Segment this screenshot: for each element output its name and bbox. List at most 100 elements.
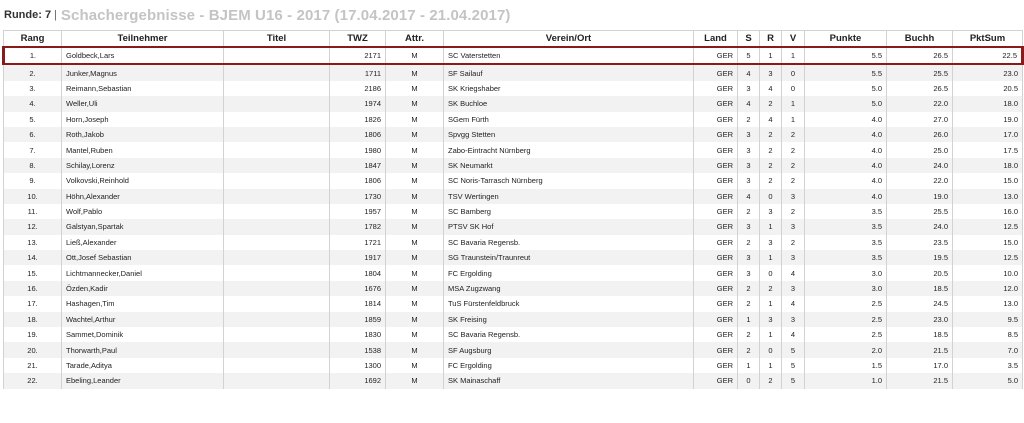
rang-cell: 13. [3, 234, 62, 251]
table-row[interactable]: 19. Sammet,Dominik 1830 M SC Bavaria Regensb… [3, 327, 1023, 343]
table-row[interactable]: 7. Mantel,Ruben 1980 M Zabo-Eintracht Nürnbe… [3, 142, 1023, 158]
col-header-twz[interactable]: TWZ [329, 30, 386, 48]
points-cell: 2.0 [804, 342, 887, 358]
pointsum-cell: 12.5 [952, 250, 1023, 266]
table-row[interactable]: 16. Özden,Kadir 1676 M MSA Zugzwang GER 2 2 3 3.0… [3, 280, 1023, 297]
table-row[interactable]: 15. Lichtmannecker,Daniel 1804 M FC Ergoldin… [3, 265, 1023, 281]
title-cell [223, 265, 330, 281]
rang-cell: 19. [3, 327, 62, 343]
col-header-rang[interactable]: Rang [3, 30, 62, 48]
table-row[interactable]: 17. Hashagen,Tim 1814 M TuS Fürstenfeldbruck… [3, 296, 1023, 312]
table-row[interactable]: 5. Horn,Joseph 1826 M SGem Fürth GER 2 4 1 4.0 27.… [3, 111, 1023, 127]
country-cell: GER [693, 80, 738, 97]
wins-cell: 2 [737, 296, 760, 312]
col-header-land[interactable]: Land [693, 30, 738, 48]
rang-cell: 21. [3, 357, 62, 374]
table-row[interactable]: 4. Weller,Uli 1974 M SK Buchloe GER 4 2 1 5.0 22.0… [3, 96, 1023, 112]
col-header-punkte[interactable]: Punkte [804, 30, 887, 48]
pointsum-cell: 10.0 [952, 265, 1023, 281]
country-cell: GER [693, 173, 738, 189]
wins-cell: 1 [737, 311, 760, 328]
table-row[interactable]: 9. Volkovski,Reinhold 1806 M SC Noris-Tarras… [3, 173, 1023, 189]
col-header-v[interactable]: V [781, 30, 805, 48]
title-cell [223, 80, 330, 97]
title-cell [223, 311, 330, 328]
club-cell: TuS Fürstenfeldbruck [443, 296, 694, 312]
losses-cell: 3 [781, 219, 805, 235]
pointsum-cell: 5.0 [952, 373, 1023, 389]
table-row[interactable]: 2. Junker,Magnus 1711 M SF Sailauf GER 4 3 0 5.5 2… [3, 64, 1023, 81]
title-cell [223, 157, 330, 174]
losses-cell: 4 [781, 296, 805, 312]
col-header-s[interactable]: S [737, 30, 760, 48]
club-cell: SC Noris-Tarrasch Nürnberg [443, 173, 694, 189]
rang-cell: 11. [3, 203, 62, 220]
player-name-cell: Ott,Josef Sebastian [61, 250, 224, 266]
attr-cell: M [385, 357, 444, 374]
wins-cell: 3 [737, 250, 760, 266]
pointsum-cell: 18.0 [952, 96, 1023, 112]
col-header-attr[interactable]: Attr. [385, 30, 444, 48]
wins-cell: 3 [737, 126, 760, 143]
twz-cell: 1974 [329, 96, 386, 112]
points-cell: 3.0 [804, 280, 887, 297]
col-header-verein[interactable]: Verein/Ort [443, 30, 694, 48]
table-row[interactable]: 11. Wolf,Pablo 1957 M SC Bamberg GER 2 3 2 3.5 25.… [3, 203, 1023, 220]
title-cell [223, 126, 330, 143]
attr-cell: M [385, 234, 444, 251]
club-cell: SK Neumarkt [443, 157, 694, 174]
table-row[interactable]: 21. Tarade,Aditya 1300 M FC Ergolding GER 1 1 5 1… [3, 357, 1023, 374]
losses-cell: 5 [781, 357, 805, 374]
twz-cell: 2186 [329, 80, 386, 97]
table-row[interactable]: 10. Höhn,Alexander 1730 M TSV Wertingen GER 4 0… [3, 188, 1023, 204]
rang-cell: 17. [3, 296, 62, 312]
buchholz-cell: 23.0 [886, 311, 953, 328]
buchholz-cell: 20.5 [886, 265, 953, 281]
table-row[interactable]: 6. Roth,Jakob 1806 M Spvgg Stetten GER 3 2 2 4.0 2… [3, 126, 1023, 143]
points-cell: 3.5 [804, 234, 887, 251]
draws-cell: 1 [759, 219, 782, 235]
table-header-row: Rang Teilnehmer Titel TWZ Attr. Verein/O… [3, 30, 1023, 48]
buchholz-cell: 21.5 [886, 373, 953, 389]
player-name-cell: Hashagen,Tim [61, 296, 224, 312]
col-header-teilnehmer[interactable]: Teilnehmer [61, 30, 224, 48]
col-header-titel[interactable]: Titel [223, 30, 330, 48]
points-cell: 4.0 [804, 173, 887, 189]
wins-cell: 0 [737, 373, 760, 389]
attr-cell: M [385, 188, 444, 204]
buchholz-cell: 26.0 [886, 126, 953, 143]
pointsum-cell: 13.0 [952, 296, 1023, 312]
buchholz-cell: 25.5 [886, 64, 953, 81]
table-row[interactable]: 1. Goldbeck,Lars 2171 M SC Vaterstetten GER 5 1… [2, 45, 1024, 66]
buchholz-cell: 18.5 [886, 327, 953, 343]
col-header-r[interactable]: R [759, 30, 782, 48]
pointsum-cell: 17.0 [952, 126, 1023, 143]
rang-cell: 8. [3, 157, 62, 174]
twz-cell: 1782 [329, 219, 386, 235]
table-row[interactable]: 20. Thorwarth,Paul 1538 M SF Augsburg GER 2 0 5 2… [3, 342, 1023, 358]
col-header-pktsum[interactable]: PktSum [952, 30, 1023, 48]
table-row[interactable]: 18. Wachtel,Arthur 1859 M SK Freising GER 1 3 3 2… [3, 311, 1023, 328]
title-cell [223, 219, 330, 235]
page-header: Runde: 7 | Schachergebnisse - BJEM U16 -… [0, 0, 1024, 30]
wins-cell: 3 [737, 173, 760, 189]
table-row[interactable]: 8. Schilay,Lorenz 1847 M SK Neumarkt GER 3 2 2 4.… [3, 157, 1023, 174]
table-row[interactable]: 13. Ließ,Alexander 1721 M SC Bavaria Regensb… [3, 234, 1023, 251]
wins-cell: 2 [737, 111, 760, 127]
table-row[interactable]: 3. Reimann,Sebastian 2186 M SK Kriegshaber GE… [3, 80, 1023, 97]
table-row[interactable]: 12. Galstyan,Spartak 1782 M PTSV SK Hof GER 3 1… [3, 219, 1023, 235]
points-cell: 3.5 [804, 219, 887, 235]
points-cell: 2.5 [804, 311, 887, 328]
col-header-buchh[interactable]: Buchh [886, 30, 953, 48]
table-row[interactable]: 14. Ott,Josef Sebastian 1917 M SG Traunstein… [3, 250, 1023, 266]
attr-cell: M [385, 327, 444, 343]
points-cell: 3.5 [804, 203, 887, 220]
losses-cell: 2 [781, 157, 805, 174]
table-row[interactable]: 22. Ebeling,Leander 1692 M SK Mainaschaff GER… [3, 373, 1023, 389]
draws-cell: 1 [759, 357, 782, 374]
club-cell: FC Ergolding [443, 357, 694, 374]
pointsum-cell: 16.0 [952, 203, 1023, 220]
pointsum-cell: 17.5 [952, 142, 1023, 158]
draws-cell: 4 [759, 111, 782, 127]
buchholz-cell: 26.5 [886, 80, 953, 97]
